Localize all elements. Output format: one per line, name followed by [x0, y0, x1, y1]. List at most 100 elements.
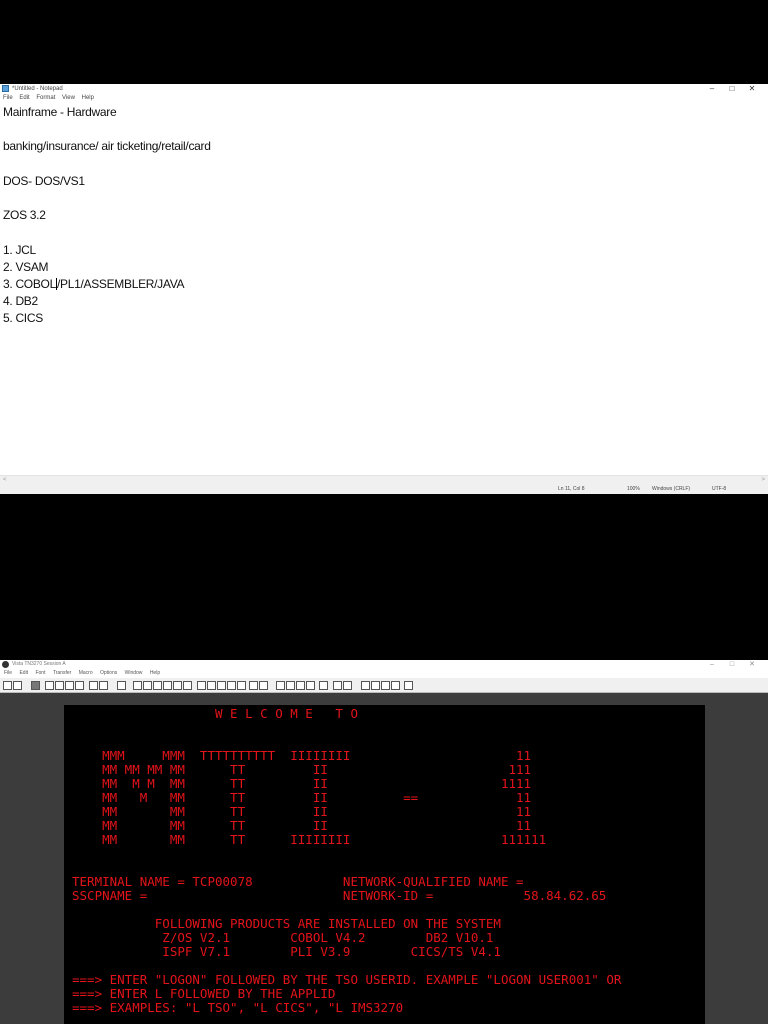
transfer-options-icon[interactable] [306, 681, 315, 690]
menu-macro[interactable]: Macro [79, 670, 93, 676]
screen-line: ===> ENTER "LOGON" FOLLOWED BY THE TSO U… [72, 972, 622, 987]
step-icon[interactable] [237, 681, 246, 690]
minimize-icon[interactable]: – [702, 660, 722, 669]
transfer-send-icon[interactable] [276, 681, 285, 690]
horizontal-scrollbar[interactable]: < > [0, 475, 768, 484]
paste-icon[interactable] [65, 681, 74, 690]
text-line: 1. JCL [3, 242, 36, 257]
menu-help[interactable]: Help [150, 670, 160, 676]
menu-view[interactable]: View [62, 95, 75, 101]
session-a-icon[interactable] [361, 681, 370, 690]
keyboard-map-icon[interactable] [333, 681, 342, 690]
scroll-right-icon[interactable]: > [761, 476, 765, 484]
pf6-key-icon[interactable] [183, 681, 192, 690]
minimize-icon[interactable]: – [702, 84, 722, 94]
screen-line: MMM MMM TTTTTTTTTT IIIIIIII 11 [72, 748, 532, 763]
pause-icon[interactable] [217, 681, 226, 690]
screen-line: SSCPNAME = NETWORK-ID = 58.84.62.65 [72, 888, 607, 903]
screen-line: MM M M MM TT II 1111 [72, 776, 532, 791]
terminal-toolbar [0, 678, 768, 693]
close-icon[interactable]: ✕ [742, 660, 762, 669]
pf3-key-icon[interactable] [153, 681, 162, 690]
text-line [3, 156, 763, 173]
print-icon[interactable] [31, 681, 40, 690]
scroll-left-icon[interactable]: < [3, 476, 7, 484]
terminal-menu-bar: File Edit Font Transfer Macro Options Wi… [0, 669, 768, 678]
screen-line: W E L C O M E T O [72, 706, 358, 721]
notepad-window-controls: – □ ✕ [702, 84, 762, 94]
screen-line: MM MM TT IIIIIIII 111111 [72, 832, 547, 847]
text-line [3, 190, 763, 207]
notepad-window: *Untitled - Notepad – □ ✕ File Edit Format… [0, 84, 768, 494]
maximize-icon[interactable]: □ [722, 84, 742, 94]
stop-icon[interactable] [227, 681, 236, 690]
copy-icon[interactable] [55, 681, 64, 690]
help-icon[interactable] [404, 681, 413, 690]
terminal-app-icon [2, 661, 9, 668]
text-caret [55, 277, 57, 290]
text-line [3, 121, 763, 138]
record-icon[interactable] [197, 681, 206, 690]
text-line-with-caret: 3. COBOL/PL1/ASSEMBLER/JAVA [3, 276, 763, 293]
screen-line: MM M MM TT II == 11 [72, 790, 532, 805]
screen-line: TERMINAL NAME = TCP00078 NETWORK-QUALIFI… [72, 874, 524, 889]
menu-options[interactable]: Options [100, 670, 117, 676]
pf2-key-icon[interactable] [143, 681, 152, 690]
text-line: 5. CICS [3, 311, 43, 326]
menu-transfer[interactable]: Transfer [53, 670, 71, 676]
maximize-icon[interactable]: □ [722, 660, 742, 669]
notepad-status-bar: Ln 11, Col 8 100% Windows (CRLF) UTF-8 [0, 484, 768, 494]
screen-line: MM MM MM MM TT II 111 [72, 762, 532, 777]
menu-edit[interactable]: Edit [19, 670, 28, 676]
text-line: 4. DB2 [3, 294, 38, 309]
refresh-icon[interactable] [117, 681, 126, 690]
notepad-text-area[interactable]: Mainframe - Hardware banking/insurance/ … [3, 104, 763, 327]
transfer-receive-icon[interactable] [286, 681, 295, 690]
transfer-list-icon[interactable] [296, 681, 305, 690]
connect-icon[interactable] [89, 681, 98, 690]
arrow-down-icon[interactable] [259, 681, 268, 690]
menu-window[interactable]: Window [125, 670, 143, 676]
text-line: ZOS 3.2 [3, 208, 46, 223]
terminal-screen[interactable]: W E L C O M E T O MMM MMM TTTTTTTTTT III… [64, 705, 705, 1024]
menu-file[interactable]: File [3, 95, 13, 101]
menu-font[interactable]: Font [35, 670, 45, 676]
session-d-icon[interactable] [391, 681, 400, 690]
status-zoom: 100% [627, 486, 640, 492]
colors-icon[interactable] [343, 681, 352, 690]
pf4-key-icon[interactable] [163, 681, 172, 690]
play-icon[interactable] [207, 681, 216, 690]
text-line [3, 224, 763, 241]
session-c-icon[interactable] [381, 681, 390, 690]
screen-line: ===> ENTER L FOLLOWED BY THE APPLID [72, 986, 336, 1001]
text-line: 3. COBOL/PL1/ASSEMBLER/JAVA [3, 276, 185, 291]
menu-file[interactable]: File [4, 670, 12, 676]
screen-line: FOLLOWING PRODUCTS ARE INSTALLED ON THE … [72, 916, 501, 931]
new-session-icon[interactable] [3, 681, 12, 690]
notepad-window-title: *Untitled - Notepad [12, 86, 63, 92]
cut-icon[interactable] [45, 681, 54, 690]
close-icon[interactable]: ✕ [742, 84, 762, 94]
screen-line: ISPF V7.1 PLI V3.9 CICS/TS V4.1 [72, 944, 501, 959]
terminal-window: Vista TN3270 Session A – □ ✕ File Edit Fon… [0, 660, 768, 1024]
open-icon[interactable] [13, 681, 22, 690]
pf1-key-icon[interactable] [133, 681, 142, 690]
status-encoding: UTF-8 [712, 486, 727, 492]
screen-line: MM MM TT II 11 [72, 818, 532, 833]
screen-line: ===> EXAMPLES: "L TSO", "L CICS", "L IMS… [72, 1000, 404, 1015]
settings-icon[interactable] [319, 681, 328, 690]
session-b-icon[interactable] [371, 681, 380, 690]
status-line-ending: Windows (CRLF) [652, 486, 691, 492]
menu-help[interactable]: Help [82, 95, 94, 101]
arrow-up-icon[interactable] [249, 681, 258, 690]
menu-format[interactable]: Format [36, 95, 55, 101]
notepad-app-icon [2, 85, 9, 92]
menu-edit[interactable]: Edit [19, 95, 29, 101]
terminal-window-controls: – □ ✕ [702, 660, 762, 669]
notepad-title-bar: *Untitled - Notepad – □ ✕ [0, 84, 768, 94]
pf5-key-icon[interactable] [173, 681, 182, 690]
terminal-window-title: Vista TN3270 Session A [12, 661, 66, 667]
select-all-icon[interactable] [75, 681, 84, 690]
screen-line: Z/OS V2.1 COBOL V4.2 DB2 V10.1 [72, 930, 494, 945]
disconnect-icon[interactable] [99, 681, 108, 690]
